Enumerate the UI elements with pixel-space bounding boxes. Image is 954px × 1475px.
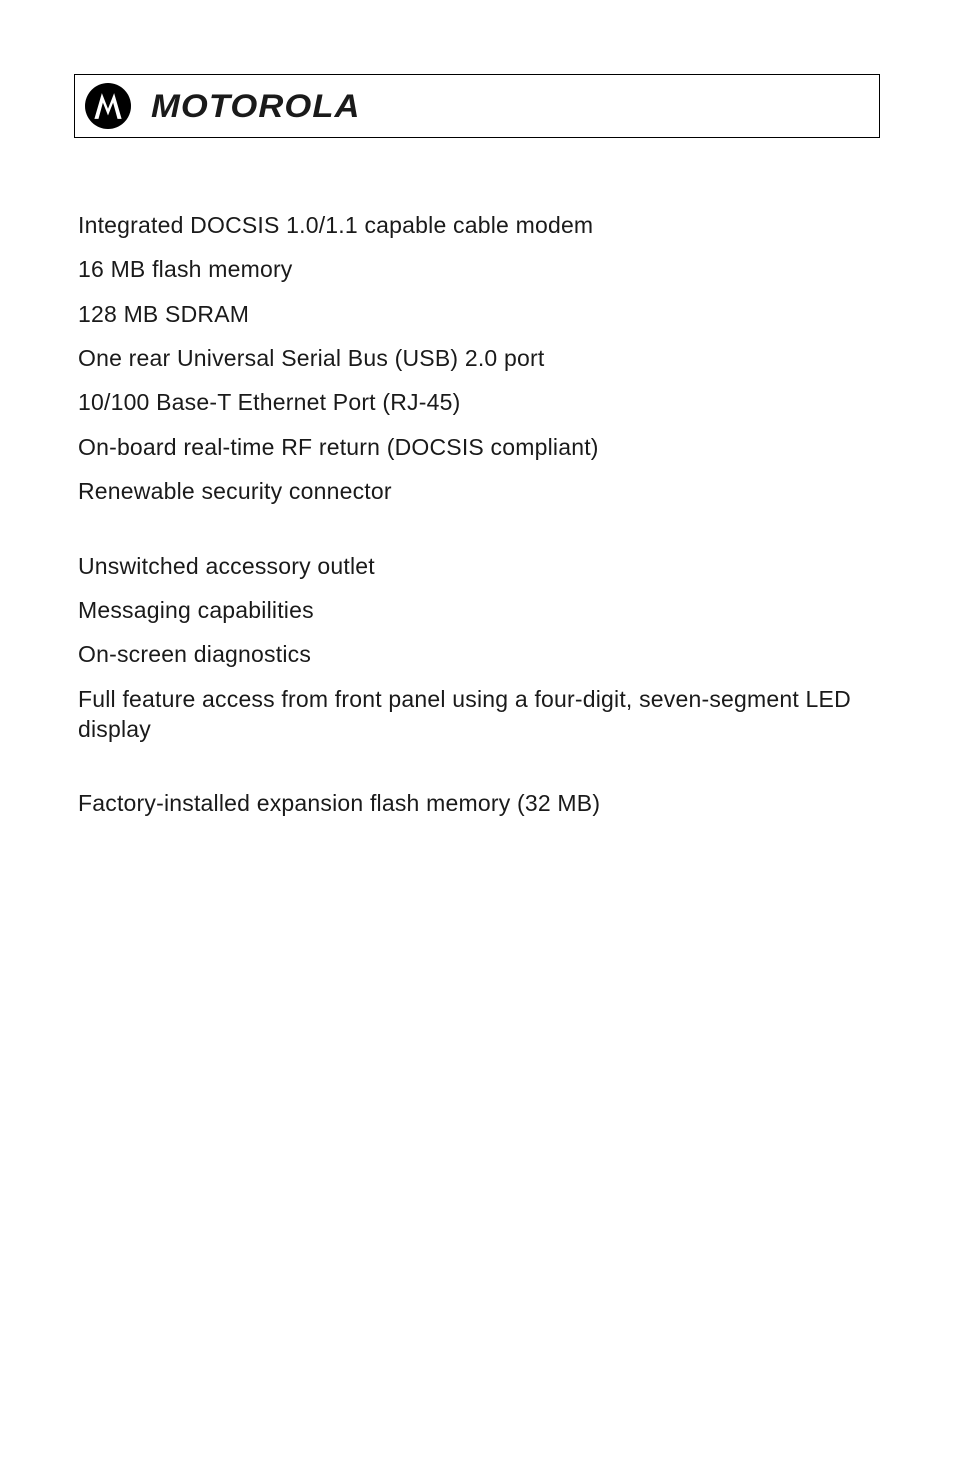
feature-item: 10/100 Base-T Ethernet Port (RJ-45) [78,387,880,417]
motorola-logo-icon [85,83,131,129]
feature-item: Messaging capabilities [78,595,880,625]
feature-item: Factory-installed expansion flash memory… [78,788,880,818]
feature-item: One rear Universal Serial Bus (USB) 2.0 … [78,343,880,373]
feature-item: Renewable security connector [78,476,880,506]
brand-name: MOTOROLA [151,88,361,125]
feature-item: Full feature access from front panel usi… [78,684,880,745]
feature-item: 16 MB flash memory [78,254,880,284]
feature-item: Integrated DOCSIS 1.0/1.1 capable cable … [78,210,880,240]
feature-list-3: Factory-installed expansion flash memory… [78,788,880,818]
feature-item: 128 MB SDRAM [78,299,880,329]
document-content: Integrated DOCSIS 1.0/1.1 capable cable … [74,210,880,819]
feature-item: On-screen diagnostics [78,639,880,669]
motorola-m-icon [91,89,125,123]
feature-item: On-board real-time RF return (DOCSIS com… [78,432,880,462]
feature-item: Unswitched accessory outlet [78,551,880,581]
feature-list-1: Integrated DOCSIS 1.0/1.1 capable cable … [78,210,880,507]
document-header: MOTOROLA [74,74,880,138]
feature-list-2: Unswitched accessory outlet Messaging ca… [78,551,880,745]
